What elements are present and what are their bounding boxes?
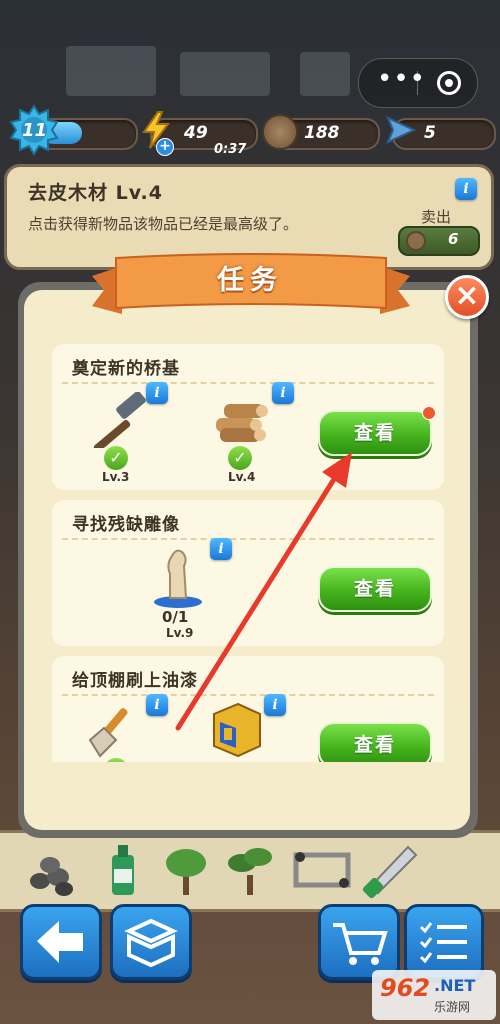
shop-button[interactable] <box>318 904 400 980</box>
statue-icon <box>154 549 202 608</box>
coin-value: 188 <box>304 123 340 143</box>
watermark-number: 962 <box>380 974 431 1002</box>
requirement-progress: 0/1 <box>162 608 189 626</box>
modal-title: 任务 <box>217 265 283 296</box>
task-card: 寻找残缺雕像 i 0/1 Lv.9 查看 <box>52 500 444 646</box>
task-title: 奠定新的桥基 <box>72 359 180 379</box>
view-button[interactable]: 查看 <box>318 722 432 762</box>
gem-value: 5 <box>424 123 436 143</box>
pill-divider <box>417 71 418 95</box>
task-list-button[interactable] <box>404 904 484 980</box>
sell-price: 6 <box>448 230 459 248</box>
back-arrow-icon <box>37 921 83 963</box>
level-value: 11 <box>22 120 48 141</box>
bottle-icon[interactable] <box>94 837 150 901</box>
item-info-icon[interactable]: i <box>455 178 477 200</box>
requirement-info-icon[interactable]: i <box>264 694 286 716</box>
background-window <box>180 52 270 96</box>
pine-tree-icon[interactable] <box>222 837 278 901</box>
add-energy-icon[interactable]: + <box>156 138 174 156</box>
cart-icon <box>333 923 388 965</box>
paintbrush-icon <box>88 708 128 758</box>
watermark-name: 乐游网 <box>434 1000 471 1014</box>
task-card: 给顶棚刷上油漆 i ✓ i 查看 <box>52 656 444 762</box>
background-window <box>66 46 156 96</box>
energy-timer: 0:37 <box>214 142 247 157</box>
close-target-icon[interactable] <box>437 71 461 95</box>
sell-label: 卖出 <box>421 208 452 226</box>
completed-check-icon: ✓ <box>104 446 128 470</box>
storage-button[interactable] <box>110 904 192 980</box>
coin-icon <box>406 231 426 251</box>
completed-check-icon: ✓ <box>228 446 252 470</box>
task-card: 奠定新的桥基 i ✓ Lv.3 i ✓ Lv.4 查看 <box>52 344 444 490</box>
item-description: 点击获得新物品该物品已经是最高级了。 <box>28 215 299 233</box>
tree-icon[interactable] <box>158 837 214 901</box>
background-window <box>300 52 350 96</box>
checklist-icon <box>419 922 467 964</box>
item-title: 去皮木材 Lv.4 <box>28 182 163 204</box>
task-title: 寻找残缺雕像 <box>72 515 180 535</box>
view-button[interactable]: 查看 <box>318 566 432 612</box>
view-button[interactable]: 查看 <box>318 410 432 456</box>
frame-icon[interactable] <box>290 837 354 901</box>
close-button[interactable]: × <box>445 275 489 319</box>
requirement-info-icon[interactable]: i <box>146 382 168 404</box>
requirement-level: Lv.3 <box>102 470 130 484</box>
sell-button[interactable]: 6 <box>398 226 480 256</box>
more-options-icon[interactable]: ••• <box>377 66 426 92</box>
box-icon <box>124 918 178 968</box>
watermark-suffix: .NET <box>434 976 476 995</box>
mystery-box-icon <box>213 702 261 758</box>
task-list: 奠定新的桥基 i ✓ Lv.3 i ✓ Lv.4 查看 寻找残缺雕像 i 0/1… <box>52 344 444 762</box>
energy-value: 49 <box>184 123 208 143</box>
divider <box>62 538 434 540</box>
mini-program-menu: ••• <box>358 58 478 108</box>
inventory-strip <box>0 830 500 912</box>
gem-icon <box>386 116 417 144</box>
requirement-info-icon[interactable]: i <box>210 538 232 560</box>
requirement-level: Lv.4 <box>228 470 256 484</box>
divider <box>62 382 434 384</box>
requirement-info-icon[interactable]: i <box>272 382 294 404</box>
requirement-info-icon[interactable]: i <box>146 694 168 716</box>
divider <box>62 694 434 696</box>
back-button[interactable] <box>20 904 102 980</box>
notification-dot <box>422 406 436 420</box>
hammer-icon <box>93 392 146 448</box>
saw-icon[interactable] <box>360 837 424 901</box>
wood-coin-icon <box>262 114 298 150</box>
task-title: 给顶棚刷上油漆 <box>72 671 198 691</box>
wood-logs-icon <box>216 404 268 442</box>
rocks-icon[interactable] <box>24 837 80 901</box>
requirement-level: Lv.9 <box>166 626 194 640</box>
